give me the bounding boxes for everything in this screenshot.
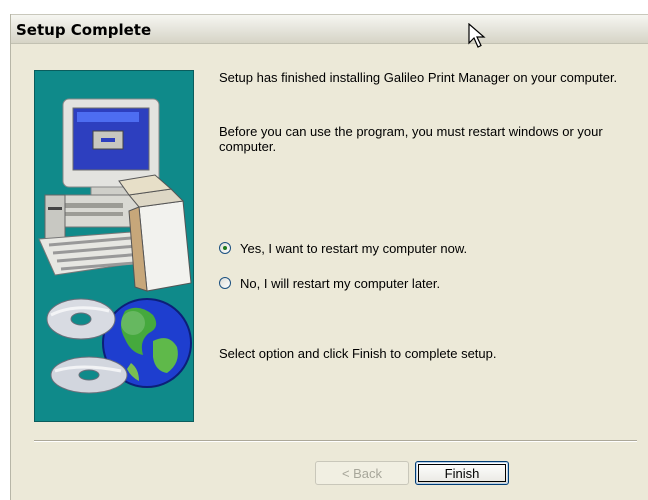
finished-message: Setup has finished installing Galileo Pr… [219,70,618,85]
restart-message: Before you can use the program, you must… [219,124,603,154]
finish-button[interactable]: Finish [415,461,509,485]
button-divider [34,440,637,442]
radio-button-checked[interactable] [219,242,231,254]
dialog-title: Setup Complete [16,21,152,39]
instruction-text: Select option and click Finish to comple… [219,346,497,361]
radio-label-restart-now: Yes, I want to restart my computer now. [240,240,468,256]
back-button[interactable]: < Back [315,461,409,485]
radio-button-unchecked[interactable] [219,277,231,289]
radio-restart-now[interactable]: Yes, I want to restart my computer now. [219,240,467,256]
mouse-cursor-icon [468,23,486,48]
setup-illustration [34,70,194,422]
setup-dialog: Setup Complete Setup has finished instal… [10,14,648,500]
radio-restart-later[interactable]: No, I will restart my computer later. [219,275,440,291]
title-bar: Setup Complete [11,14,648,44]
radio-label-restart-later: No, I will restart my computer later. [240,275,441,291]
